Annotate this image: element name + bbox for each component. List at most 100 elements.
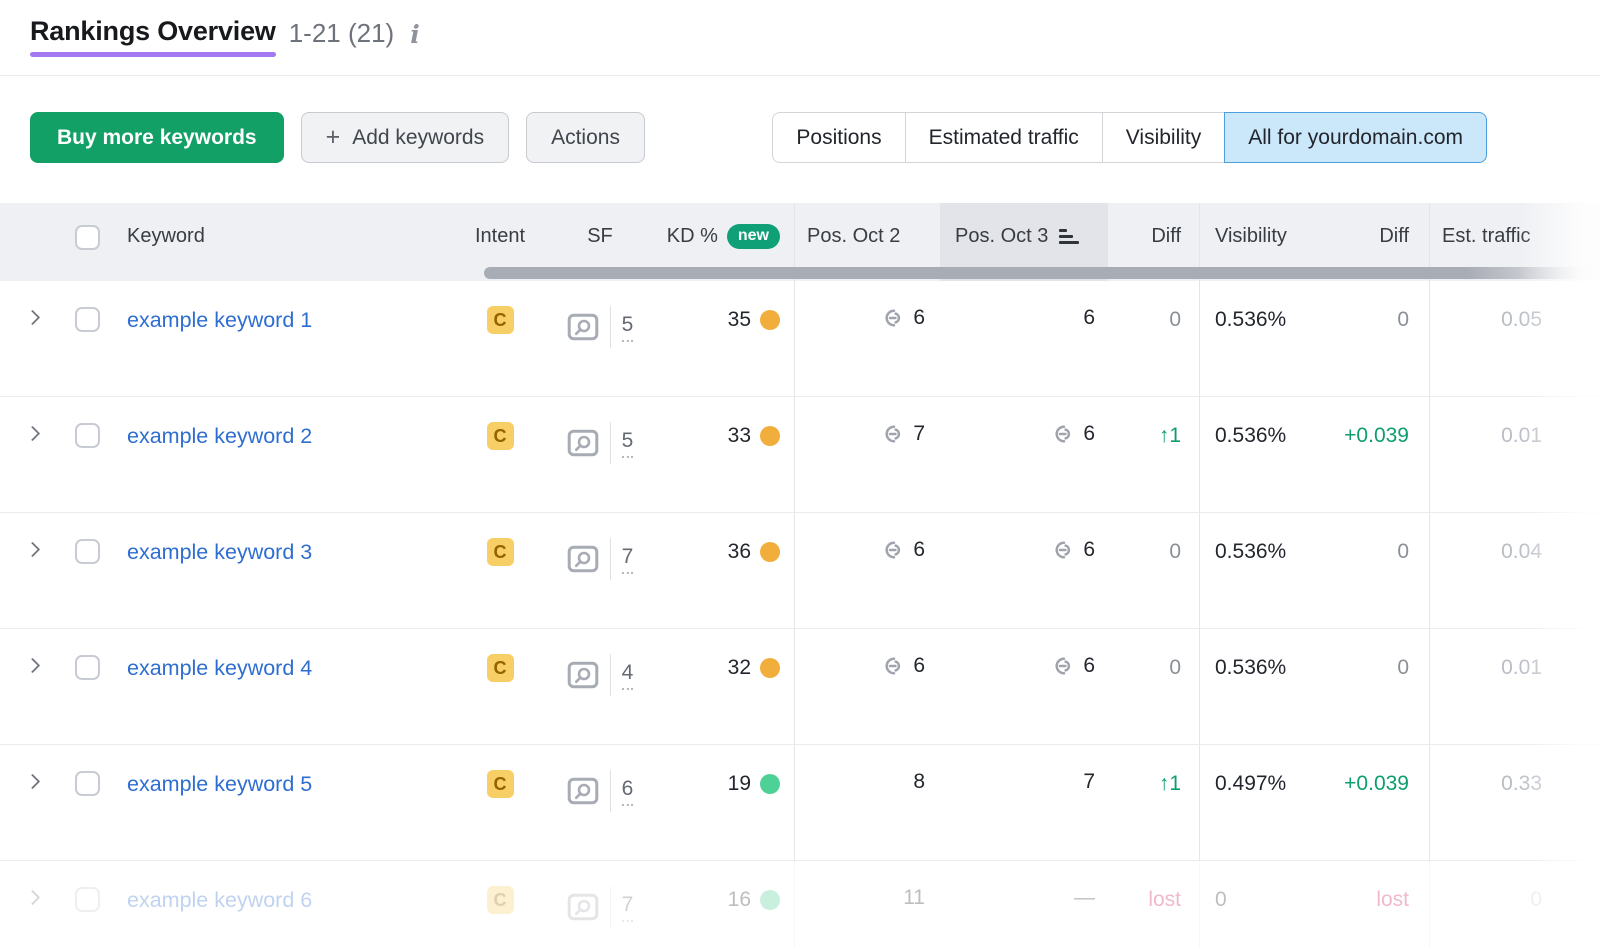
keyword-link[interactable]: example keyword 4: [127, 656, 312, 681]
intent-badge[interactable]: C: [486, 306, 514, 334]
row-checkbox[interactable]: [74, 307, 100, 332]
diff-visibility-cell: 0: [1320, 281, 1430, 396]
intent-badge[interactable]: C: [486, 770, 514, 798]
link-icon[interactable]: [1050, 539, 1076, 561]
visibility-cell: 0.536%: [1215, 656, 1287, 679]
est-traffic-cell: 0.01: [1501, 656, 1542, 679]
pos-oct-2-cell-value: 8: [913, 770, 925, 793]
view-toggle: Positions Estimated traffic Visibility All …: [772, 112, 1487, 163]
expand-chevron-icon[interactable]: [24, 541, 40, 558]
link-icon[interactable]: [880, 655, 906, 677]
add-keywords-button[interactable]: Add keywords: [300, 112, 510, 163]
visibility-cell: 0: [1215, 888, 1227, 911]
plus-icon: [326, 123, 341, 152]
pos-oct-2-cell-value: 7: [913, 422, 925, 445]
kd-cell: 33: [660, 397, 795, 512]
sf-count[interactable]: 5: [621, 312, 634, 342]
info-icon[interactable]: [410, 20, 420, 49]
row-checkbox[interactable]: [74, 539, 100, 564]
keyword-cell: example keyword 2: [110, 397, 460, 512]
sf-count[interactable]: 7: [621, 892, 634, 922]
expand-chevron-icon[interactable]: [24, 889, 40, 906]
intent-badge[interactable]: C: [486, 654, 514, 682]
link-icon[interactable]: [880, 539, 906, 561]
kd-difficulty-dot: [760, 310, 780, 330]
sf-inner: 7: [567, 886, 634, 928]
kd-cell: 36: [660, 513, 795, 628]
kd-inner: 36: [728, 540, 780, 564]
header-keyword[interactable]: Keyword: [110, 203, 460, 281]
sf-count[interactable]: 4: [621, 660, 634, 690]
table-row: example keyword 4 C 4 32 6 6 0 0.536% 0 0.01: [0, 629, 1600, 745]
view-tab-estimated-traffic[interactable]: Estimated traffic: [904, 112, 1103, 163]
horizontal-scrollbar[interactable]: [484, 267, 1600, 279]
expand-chevron-icon[interactable]: [24, 773, 40, 790]
sf-count[interactable]: 5: [621, 428, 634, 458]
intent-badge[interactable]: C: [486, 422, 514, 450]
intent-badge[interactable]: C: [486, 538, 514, 566]
sf-inner: 7: [567, 538, 634, 580]
keyword-link[interactable]: example keyword 3: [127, 540, 312, 565]
serp-features-icon: [567, 313, 599, 341]
table-row: example keyword 3 C 7 36 6 6 0 0.536% 0 0.04: [0, 513, 1600, 629]
view-tab-all-for-yourdomain-com[interactable]: All for yourdomain.com: [1224, 112, 1487, 163]
pos-oct-2-cell-inner: 6: [880, 654, 925, 678]
pos-oct-2-cell-value: 6: [913, 306, 925, 329]
row-checkbox[interactable]: [74, 887, 100, 912]
pos-oct-2-cell-inner: 8: [913, 770, 925, 794]
serp-features-icon: [567, 661, 599, 689]
view-tab-visibility[interactable]: Visibility: [1101, 112, 1226, 163]
keyword-link[interactable]: example keyword 1: [127, 308, 312, 333]
pos-oct-3-cell-value: 6: [1083, 306, 1095, 329]
table-body: example keyword 1 C 5 35 6 6 0 0.536% 0 0.05 examp…: [0, 281, 1600, 948]
sf-divider: [609, 538, 611, 580]
intent-cell: C: [460, 861, 540, 948]
est-traffic-cell: 0.33: [1501, 772, 1542, 795]
intent-badge[interactable]: C: [486, 886, 514, 914]
kd-cell: 32: [660, 629, 795, 744]
diff-positions-cell: ↑1: [1108, 745, 1200, 860]
sf-count[interactable]: 6: [621, 776, 634, 806]
pos-oct-3-cell-inner: —: [1074, 886, 1095, 910]
expand-cell: [0, 397, 64, 512]
select-all-checkbox[interactable]: [74, 224, 100, 250]
expand-chevron-icon[interactable]: [24, 425, 40, 442]
link-icon[interactable]: [1050, 655, 1076, 677]
view-tab-positions[interactable]: Positions: [772, 112, 906, 163]
row-checkbox[interactable]: [74, 655, 100, 680]
est-traffic-cell: 0.04: [1501, 540, 1542, 563]
sf-cell: 6: [540, 745, 660, 860]
expand-cell: [0, 513, 64, 628]
link-icon[interactable]: [880, 307, 906, 329]
keyword-link[interactable]: example keyword 2: [127, 424, 312, 449]
expand-chevron-icon[interactable]: [24, 309, 40, 326]
kd-cell: 35: [660, 281, 795, 396]
pos-oct-3-cell-value: 7: [1083, 770, 1095, 793]
visibility-cell: 0.536%: [1215, 424, 1287, 447]
keyword-cell: example keyword 3: [110, 513, 460, 628]
pos-oct-2-cell-inner: 6: [880, 538, 925, 562]
sf-divider: [609, 422, 611, 464]
buy-more-keywords-button[interactable]: Buy more keywords: [30, 112, 284, 163]
actions-button[interactable]: Actions: [526, 112, 645, 163]
serp-features-icon: [567, 545, 599, 573]
diff-visibility-cell: 0: [1320, 513, 1430, 628]
kd-inner: 33: [728, 424, 780, 448]
intent-cell: C: [460, 397, 540, 512]
link-icon[interactable]: [880, 423, 906, 445]
pos-oct-2-cell: 7: [795, 397, 940, 512]
kd-difficulty-dot: [760, 890, 780, 910]
expand-chevron-icon[interactable]: [24, 657, 40, 674]
est-traffic-cell: 0: [1530, 888, 1542, 911]
sf-count[interactable]: 7: [621, 544, 634, 574]
keyword-link[interactable]: example keyword 5: [127, 772, 312, 797]
kd-inner: 35: [728, 308, 780, 332]
intent-cell: C: [460, 513, 540, 628]
link-icon[interactable]: [1050, 423, 1076, 445]
row-checkbox[interactable]: [74, 771, 100, 796]
row-checkbox[interactable]: [74, 423, 100, 448]
visibility-cell: 0.536%: [1215, 308, 1287, 331]
diff-visibility-cell: 0: [1320, 629, 1430, 744]
table-row: example keyword 2 C 5 33 7 6 ↑1 0.536% +0.039 0.0…: [0, 397, 1600, 513]
keyword-link[interactable]: example keyword 6: [127, 888, 312, 913]
